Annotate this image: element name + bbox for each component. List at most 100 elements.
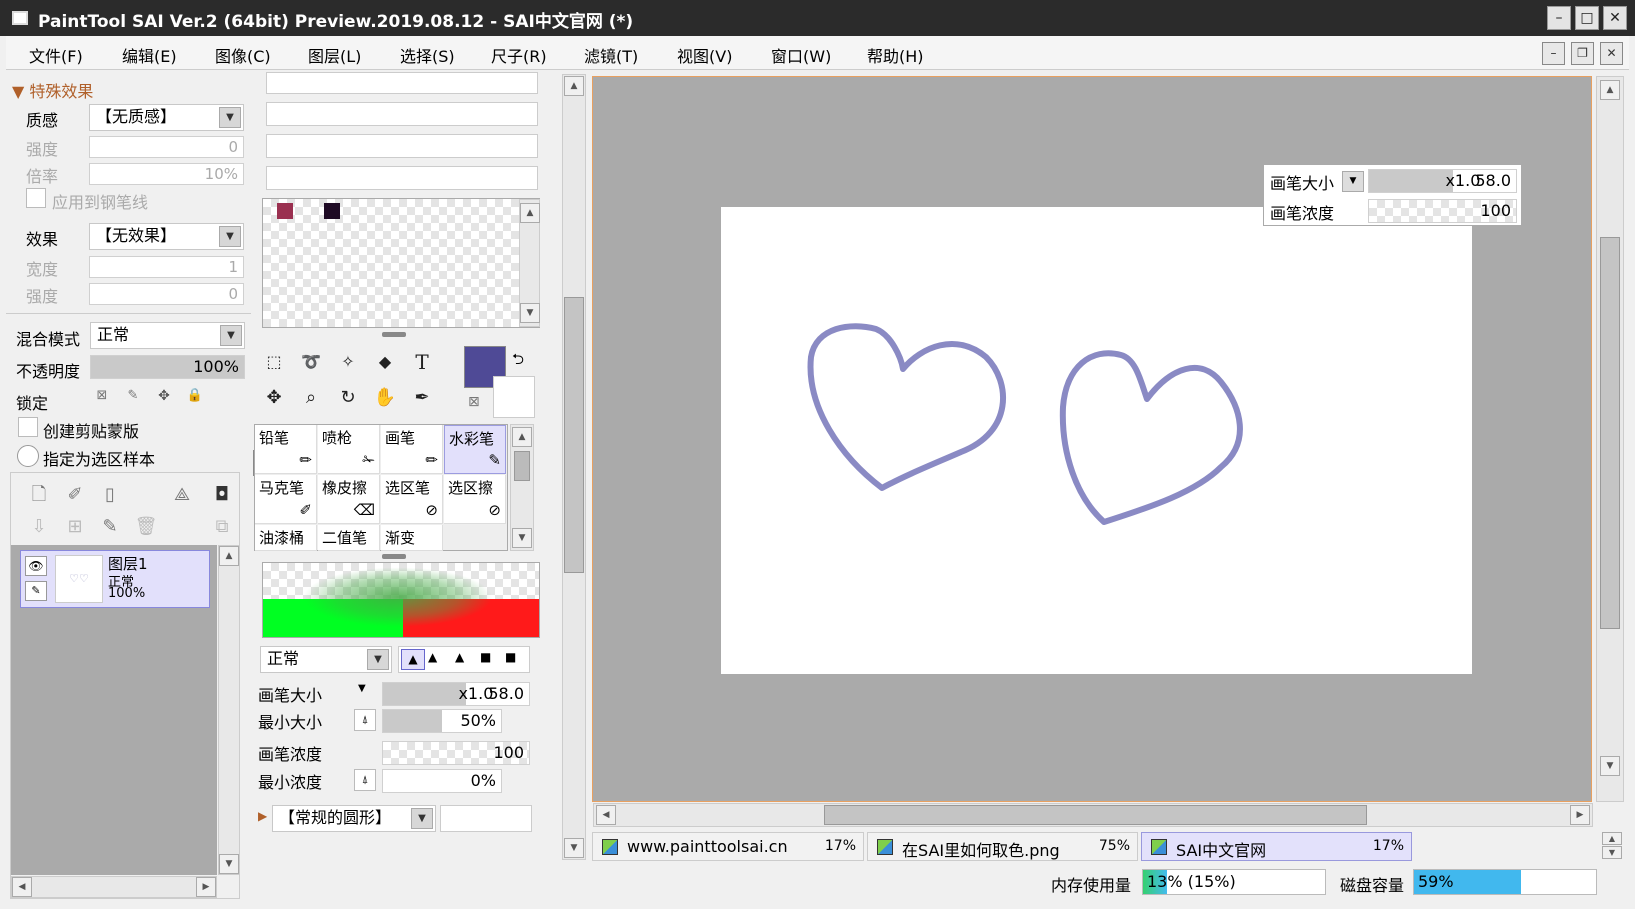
apply-pen-checkbox[interactable] <box>26 188 46 208</box>
swatch-scrollbar[interactable]: ▲ ▼ <box>519 199 540 327</box>
scroll-down-icon[interactable]: ▼ <box>219 854 239 874</box>
layer-effect-icon[interactable]: ⟁ <box>166 479 198 511</box>
menu-window[interactable]: 窗口(W) <box>771 43 831 67</box>
color-swatch[interactable] <box>324 203 340 219</box>
zoom-icon[interactable]: ⌕ <box>295 382 327 414</box>
layer-scrollbar[interactable]: ▲ ▼ <box>218 545 240 875</box>
move-icon[interactable]: ✥ <box>258 382 290 414</box>
menu-view[interactable]: 视图(V) <box>677 43 732 67</box>
tool-gradient[interactable]: 渐变 <box>381 525 443 551</box>
tool-scrollbar[interactable]: ▲ ▼ <box>510 424 534 551</box>
strength-slider[interactable]: 0 <box>89 136 244 158</box>
navigator-slot[interactable] <box>266 72 538 94</box>
overlay-density-slider[interactable]: 100 <box>1368 199 1517 223</box>
tool-select-eraser[interactable]: 选区擦 ⊘ <box>444 475 506 524</box>
menu-layer[interactable]: 图层(L) <box>308 43 361 67</box>
scroll-thumb[interactable] <box>824 805 1367 825</box>
opacity-slider[interactable]: 100% <box>90 355 245 379</box>
min-density-slider[interactable]: 0% <box>382 769 502 793</box>
merge-down-icon[interactable]: ⊞ <box>59 511 91 543</box>
canvas-viewport[interactable]: 画笔大小 ▼ x1.058.0 画笔浓度 100 <box>592 76 1592 802</box>
lock-draw-icon[interactable]: ✎ <box>117 380 149 412</box>
shape-soft-icon[interactable]: ▲ <box>428 650 437 664</box>
texture-select[interactable]: 【无质感】 ▼ <box>89 104 244 131</box>
effects-header[interactable]: ▼ 特殊效果 <box>12 78 93 102</box>
tool-marker[interactable]: 马克笔 ✐ <box>255 475 317 524</box>
tool-watercolor[interactable]: 水彩笔 ✎ <box>444 425 506 474</box>
tool-eraser[interactable]: 橡皮擦 ⌫ <box>318 475 380 524</box>
new-layer-icon[interactable]: 🗋 <box>23 479 55 511</box>
scroll-thumb[interactable] <box>1600 237 1620 629</box>
chevron-down-icon[interactable]: ▼ <box>1342 171 1364 192</box>
transparent-color-icon[interactable]: ⊠ <box>468 394 480 410</box>
scroll-left-icon[interactable]: ◀ <box>596 805 616 825</box>
canvas-hscrollbar[interactable]: ◀ ▶ <box>593 803 1593 827</box>
close-button[interactable]: ✕ <box>1603 6 1627 30</box>
chevron-down-icon[interactable]: ▼ <box>358 683 366 694</box>
delete-layer-icon[interactable]: 🗑 <box>130 511 162 543</box>
brush-shape-select[interactable]: 【常规的圆形】 ▼ <box>272 805 436 832</box>
effect-select[interactable]: 【无效果】 ▼ <box>89 223 244 250</box>
scroll-thumb[interactable] <box>564 297 584 573</box>
tool-panel-scrollbar[interactable]: ▲ ▼ <box>562 74 586 860</box>
lock-transparency-icon[interactable]: ⊠ <box>86 380 118 412</box>
bucket-select-icon[interactable]: ◆ <box>369 346 401 378</box>
scroll-down-icon[interactable]: ▼ <box>512 528 532 548</box>
tool-binary-pen[interactable]: 二值笔 <box>318 525 380 551</box>
strength2-slider[interactable]: 0 <box>89 283 244 305</box>
doc-tab-3[interactable]: SAI中文官网 17% <box>1141 832 1412 861</box>
brush-texture-select[interactable] <box>440 805 532 832</box>
scroll-down-icon[interactable]: ▼ <box>564 838 584 858</box>
rotate-icon[interactable]: ↻ <box>332 382 364 414</box>
canvas[interactable] <box>721 207 1472 674</box>
tool-airbrush[interactable]: 喷枪 ✁ <box>318 425 380 474</box>
clipping-mask-checkbox[interactable] <box>18 417 38 437</box>
magic-wand-icon[interactable]: ✧ <box>332 346 364 378</box>
pressure-icon[interactable]: ⍋ <box>354 709 376 731</box>
expand-triangle-icon[interactable]: ▶ <box>258 809 267 823</box>
layer-mask-icon[interactable]: ◘ <box>206 479 238 511</box>
menu-image[interactable]: 图像(C) <box>215 43 271 67</box>
swatch-grid[interactable]: ▲ ▼ <box>262 198 540 328</box>
eyedropper-icon[interactable]: ✒ <box>406 382 438 414</box>
ratio-slider[interactable]: 10% <box>89 163 244 185</box>
layer-row[interactable]: 👁 ✎ ♡♡ 图层1 正常 100% <box>20 550 210 608</box>
navigator-slot[interactable] <box>266 134 538 158</box>
shape-triangle-icon[interactable]: ▲ <box>401 649 425 670</box>
shape-square-icon[interactable]: ■ <box>505 650 516 664</box>
pressure-icon[interactable]: ⍋ <box>354 769 376 791</box>
swap-colors-icon[interactable]: ⮌ <box>512 349 524 374</box>
tool-pencil[interactable]: 铅笔 ✏ <box>255 425 317 474</box>
brush-size-slider[interactable]: x1.058.0 <box>382 682 530 706</box>
new-vector-layer-icon[interactable]: ✐ <box>59 479 91 511</box>
overlay-size-slider[interactable]: x1.058.0 <box>1368 169 1517 193</box>
lock-all-icon[interactable]: 🔒 <box>179 380 211 412</box>
secondary-color[interactable] <box>493 376 535 418</box>
layer-hscrollbar[interactable]: ◀ ▶ <box>11 876 217 898</box>
scroll-right-icon[interactable]: ▶ <box>196 877 216 897</box>
pen-icon[interactable]: ✎ <box>25 581 47 601</box>
scroll-right-icon[interactable]: ▶ <box>1570 805 1590 825</box>
rect-select-icon[interactable]: ⬚ <box>258 346 290 378</box>
brush-density-slider[interactable]: 100 <box>382 741 530 765</box>
tool-bucket[interactable]: 油漆桶 <box>255 525 317 551</box>
lock-move-icon[interactable]: ✥ <box>148 380 180 412</box>
scroll-thumb[interactable] <box>514 451 530 481</box>
selection-sample-radio[interactable] <box>17 445 39 467</box>
menu-help[interactable]: 帮助(H) <box>867 43 924 67</box>
scroll-down-icon[interactable]: ▼ <box>1600 756 1620 776</box>
panel-grip[interactable] <box>382 554 406 559</box>
tool-select-pen[interactable]: 选区笔 ⊘ <box>381 475 443 524</box>
maximize-button[interactable]: □ <box>1575 6 1599 30</box>
tab-scroll[interactable]: ▲ ▼ <box>1602 832 1624 860</box>
panel-grip[interactable] <box>382 332 406 337</box>
menu-select[interactable]: 选择(S) <box>400 43 455 67</box>
shape-round-icon[interactable]: ▲ <box>455 650 464 664</box>
brush-mode-select[interactable]: 正常 ▼ <box>260 646 392 673</box>
width-slider[interactable]: 1 <box>89 256 244 278</box>
doc-tab-1[interactable]: www.painttoolsai.cn 17% <box>592 832 864 861</box>
eye-icon[interactable]: 👁 <box>25 556 47 576</box>
scroll-up-icon[interactable]: ▲ <box>1600 80 1620 100</box>
menu-file[interactable]: 文件(F) <box>29 43 83 67</box>
navigator-slot[interactable] <box>266 102 538 126</box>
